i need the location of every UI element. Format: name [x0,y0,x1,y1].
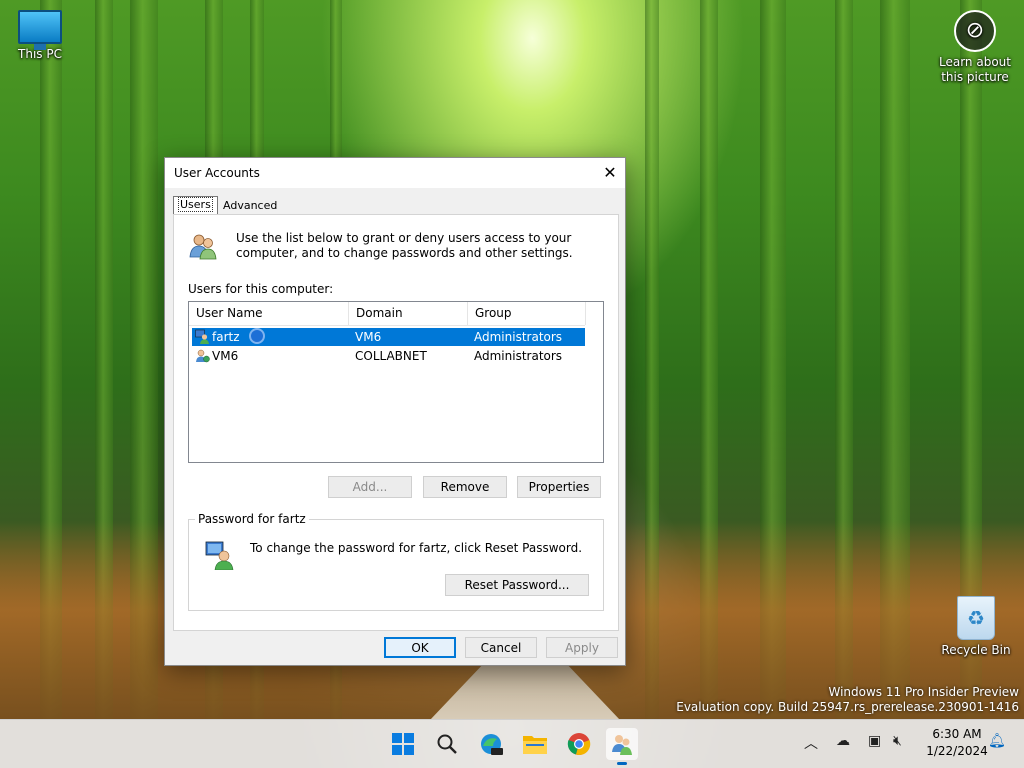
edge-icon[interactable] [475,728,507,760]
users-list-label: Users for this computer: [188,282,334,296]
users-tab-panel: Use the list below to grant or deny user… [173,214,619,631]
info-description: Use the list below to grant or deny user… [236,231,573,260]
table-row[interactable]: VM6 COLLABNET Administrators [192,347,585,365]
desktop-icon-learn-about-picture[interactable]: ⊘ Learn about this picture [935,10,1015,85]
desktop-icon-label: Learn about this picture [939,55,1011,84]
users-icon [189,234,217,260]
reset-password-button[interactable]: Reset Password... [445,574,589,596]
recycle-bin-icon: ♻ [957,596,995,640]
desktop-icon-label: Recycle Bin [941,643,1011,657]
column-header-group[interactable]: Group [468,302,586,325]
column-header-user-name[interactable]: User Name [189,302,349,325]
window-title: User Accounts [174,166,260,180]
active-app-indicator [617,762,627,765]
watermark-line-1: Windows 11 Pro Insider Preview [828,685,1019,699]
file-explorer-icon[interactable] [519,728,551,760]
tab-users-label: Users [178,197,213,212]
cell-group: Administrators [474,349,563,363]
user-accounts-icon[interactable] [606,728,638,760]
tab-advanced[interactable]: Advanced [219,198,282,214]
password-instructions: To change the password for fartz, click … [250,541,583,555]
close-icon[interactable]: ✕ [595,158,625,188]
cell-user-name: VM6 [212,349,239,363]
cell-domain: COLLABNET [355,349,427,363]
user-icon [196,349,210,363]
password-group: Password for fartz To change the passwor… [188,512,604,611]
cell-domain: VM6 [355,330,382,344]
search-icon[interactable] [431,728,463,760]
table-row[interactable]: fartz VM6 Administrators [192,328,585,346]
taskbar: ︿ ☁ ▣ 🔇︎ 6:30 AM 1/22/2024 🔔︎ [0,719,1024,768]
camera-info-icon: ⊘ [954,10,996,52]
evaluation-watermark: Windows 11 Pro Insider Preview Evaluatio… [676,685,1019,715]
cancel-button[interactable]: Cancel [465,637,537,658]
tab-users[interactable]: Users [173,196,218,214]
windows-start-icon[interactable] [387,728,419,760]
apply-button[interactable]: Apply [546,637,618,658]
network-icon[interactable]: ▣ [868,733,881,749]
column-header-domain[interactable]: Domain [349,302,468,325]
chrome-icon[interactable] [563,728,595,760]
cell-user-name: fartz [212,330,240,344]
user-password-icon [205,541,234,570]
user-icon [195,329,209,344]
volume-muted-icon[interactable]: 🔇︎ [893,733,902,749]
chevron-up-icon[interactable]: ︿ [804,733,818,753]
cell-group: Administrators [474,330,563,344]
ok-button[interactable]: OK [384,637,456,658]
users-list[interactable]: User Name Domain Group fartz VM6 Adminis… [188,301,604,463]
desktop-icon-recycle-bin[interactable]: ♻ Recycle Bin [936,596,1016,657]
onedrive-icon[interactable]: ☁ [836,733,850,749]
monitor-icon [18,10,62,50]
properties-button[interactable]: Properties [517,476,601,498]
add-button[interactable]: Add... [328,476,412,498]
desktop-icon-this-pc[interactable]: This PC [0,10,80,61]
watermark-line-2: Evaluation copy. Build 25947.rs_prerelea… [676,700,1019,714]
list-header: User Name Domain Group [189,302,586,326]
user-accounts-dialog: User Accounts ✕ Users Advanced Use the l… [164,157,626,666]
notification-bell-icon[interactable]: 🔔︎ [988,733,1006,749]
remove-button[interactable]: Remove [423,476,507,498]
password-group-legend: Password for fartz [195,512,309,526]
title-bar[interactable]: User Accounts ✕ [165,158,625,188]
mouse-cursor-icon [249,328,265,344]
